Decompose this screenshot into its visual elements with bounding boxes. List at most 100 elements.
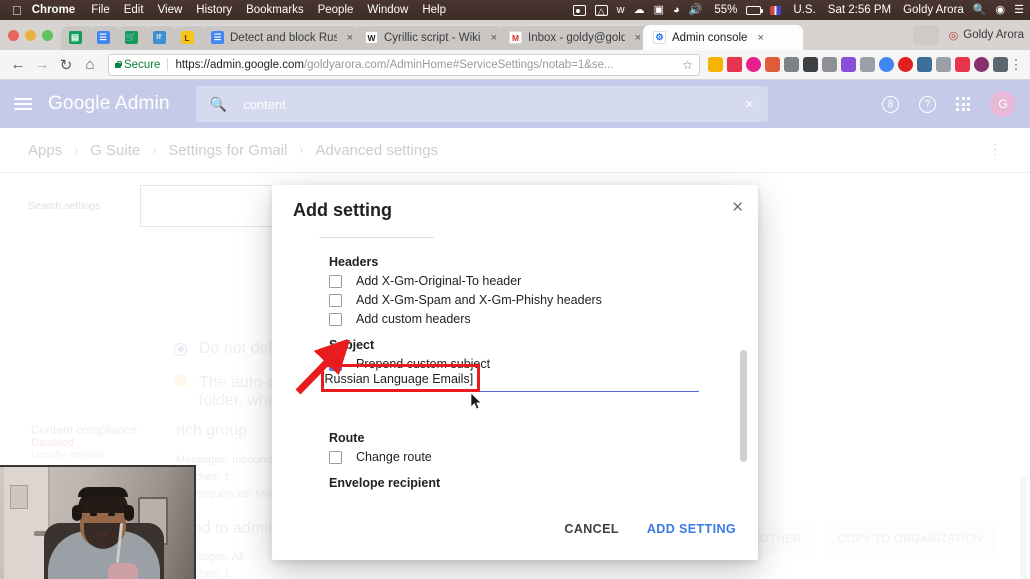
macos-menu-bar:  Chrome File Edit View History Bookmark… <box>0 0 1030 20</box>
avatar[interactable]: G <box>990 91 1016 117</box>
us-flag-icon[interactable] <box>770 5 782 15</box>
hamburger-menu-icon[interactable] <box>14 95 32 113</box>
checkbox-row-change-route[interactable]: Change route <box>329 450 758 464</box>
wifi-icon[interactable]: ◕ <box>673 4 680 16</box>
menu-view[interactable]: View <box>158 4 183 16</box>
tab-close-icon[interactable]: × <box>347 32 353 44</box>
briefcase-extension-icon[interactable] <box>917 57 932 72</box>
breadcrumb-item-g-suite[interactable]: G Suite <box>90 142 140 159</box>
extension-icons <box>706 57 1008 72</box>
menu-edit[interactable]: Edit <box>124 4 144 16</box>
scissors-extension-icon[interactable] <box>822 57 837 72</box>
red-arrow-annotation <box>295 340 351 395</box>
checkbox-row-add-x-gm-original-to-header[interactable]: Add X-Gm-Original-To header <box>329 274 758 288</box>
battery-charging-icon[interactable] <box>746 5 764 15</box>
chrome-menu-icon[interactable]: ⋮ <box>1008 57 1024 73</box>
red-circle-extension-icon[interactable] <box>898 57 913 72</box>
dialog-scrollbar[interactable] <box>740 350 747 462</box>
forward-arrow-icon[interactable]: → <box>30 56 54 73</box>
tab-title: Detect and block Russian la <box>230 31 337 44</box>
spotlight-search-icon[interactable]: 🔍 <box>973 4 987 16</box>
apple-icon[interactable]:  <box>12 4 22 17</box>
breadcrumb-item-advanced-settings[interactable]: Advanced settings <box>315 142 438 159</box>
secure-indicator[interactable]: Secure <box>115 59 160 71</box>
home-icon[interactable]: ⌂ <box>78 56 102 73</box>
check-extension-icon[interactable] <box>879 57 894 72</box>
calendar-extension-icon[interactable] <box>708 57 723 72</box>
menu-bookmarks[interactable]: Bookmarks <box>246 4 304 16</box>
cancel-button[interactable]: CANCEL <box>564 522 618 536</box>
checkbox-icon[interactable] <box>329 312 342 326</box>
dialog-divider <box>319 237 434 238</box>
checkbox-icon[interactable] <box>329 274 342 288</box>
admin-brand-title: Google Admin <box>48 93 170 114</box>
checkbox-icon[interactable] <box>329 450 342 464</box>
google-drive-icon[interactable]: △ <box>594 4 608 16</box>
chrome-profile-button[interactable]: ◎ Goldy Arora <box>949 29 1024 42</box>
tab-title: Cyrillic script - Wikipedia <box>384 31 481 44</box>
globe-extension-icon[interactable] <box>974 57 989 72</box>
checkbox-row-add-x-gm-spam-and-x-gm-phishy-headers[interactable]: Add X-Gm-Spam and X-Gm-Phishy headers <box>329 293 758 307</box>
more-options-icon[interactable]: ⋮ <box>988 142 1002 156</box>
url-domain: https://admin.google.com <box>175 58 304 71</box>
menu-help[interactable]: Help <box>422 4 446 16</box>
bird-extension-icon[interactable] <box>803 57 818 72</box>
breadcrumb-item-apps[interactable]: Apps <box>28 142 62 159</box>
airplay-display-icon[interactable]: ▣ <box>654 4 664 16</box>
question-extension-icon[interactable] <box>860 57 875 72</box>
star-bookmark-icon[interactable]: ☆ <box>676 58 693 72</box>
input-source-label[interactable]: U.S. <box>793 4 815 16</box>
new-tab-button[interactable] <box>912 25 939 45</box>
checkbox-icon[interactable] <box>329 293 342 307</box>
reload-icon[interactable]: ↻ <box>54 56 78 74</box>
admin-search-box[interactable]: 🔍 content × <box>195 86 768 122</box>
checkbox-row-add-custom-headers[interactable]: Add custom headers <box>329 312 758 326</box>
screen-recording-icon[interactable] <box>572 4 586 16</box>
search-icon: 🔍 <box>209 95 228 112</box>
menubar-user[interactable]: Goldy Arora <box>903 4 964 16</box>
tab-cyrillic-script-wikipedia[interactable]: W Cyrillic script - Wikipedia × <box>355 25 505 50</box>
gmail-favicon-icon: M <box>509 31 522 44</box>
tab-title: Inbox - goldy@goldyarora.c <box>528 31 625 44</box>
dropper-extension-icon[interactable] <box>765 57 780 72</box>
menubar-clock[interactable]: Sat 2:56 PM <box>828 4 891 16</box>
menu-history[interactable]: History <box>196 4 232 16</box>
add-setting-button[interactable]: ADD SETTING <box>647 522 736 536</box>
tab-inbox-gmail[interactable]: M Inbox - goldy@goldyarora.c × <box>499 25 649 50</box>
tab-close-icon[interactable]: × <box>635 32 641 44</box>
apps-grid-icon[interactable] <box>956 97 970 111</box>
admin-search-value: content <box>243 96 286 112</box>
tinypng-extension-icon[interactable] <box>746 57 761 72</box>
close-window-button[interactable] <box>8 30 19 41</box>
dropbox-icon[interactable]: ☁ <box>634 4 645 16</box>
minimize-window-button[interactable] <box>25 30 36 41</box>
close-dialog-icon[interactable]: ✕ <box>731 198 744 216</box>
custom-subject-input[interactable]: [Russian Language Emails] <box>321 366 699 392</box>
tab-close-icon[interactable]: × <box>491 32 497 44</box>
menu-chrome[interactable]: Chrome <box>32 4 75 16</box>
cast-extension-icon[interactable] <box>784 57 799 72</box>
boomerang-extension-icon[interactable] <box>727 57 742 72</box>
chrome-profile-name: Goldy Arora <box>963 29 1024 41</box>
s-extension-icon[interactable] <box>841 57 856 72</box>
breadcrumb-item-settings-for-gmail[interactable]: Settings for Gmail <box>168 142 287 159</box>
volume-icon[interactable]: 🔊 <box>689 4 703 16</box>
support-icon[interactable]: 8 <box>882 95 899 113</box>
tab-admin-console[interactable]: ⚙ Admin console × <box>643 25 803 50</box>
tab-close-icon[interactable]: × <box>757 32 763 44</box>
back-arrow-icon[interactable]: ← <box>6 56 30 73</box>
menu-file[interactable]: File <box>91 4 110 16</box>
menu-window[interactable]: Window <box>367 4 408 16</box>
omnibox[interactable]: Secure https://admin.google.com/goldyaro… <box>108 53 700 76</box>
pen-extension-icon[interactable] <box>955 57 970 72</box>
menu-people[interactable]: People <box>318 4 354 16</box>
help-icon[interactable]: ? <box>919 95 936 113</box>
bluetooth-icon[interactable]: w <box>617 4 625 16</box>
onebox-extension-icon[interactable] <box>936 57 951 72</box>
siri-icon[interactable]: ◉ <box>996 4 1006 16</box>
notification-center-icon[interactable]: ☰ <box>1014 4 1024 16</box>
arrow-extension-icon[interactable] <box>993 57 1008 72</box>
clear-search-icon[interactable]: × <box>745 96 754 113</box>
tab-detect-and-block-russian[interactable]: ☰ Detect and block Russian la × <box>201 25 361 50</box>
maximize-window-button[interactable] <box>42 30 53 41</box>
